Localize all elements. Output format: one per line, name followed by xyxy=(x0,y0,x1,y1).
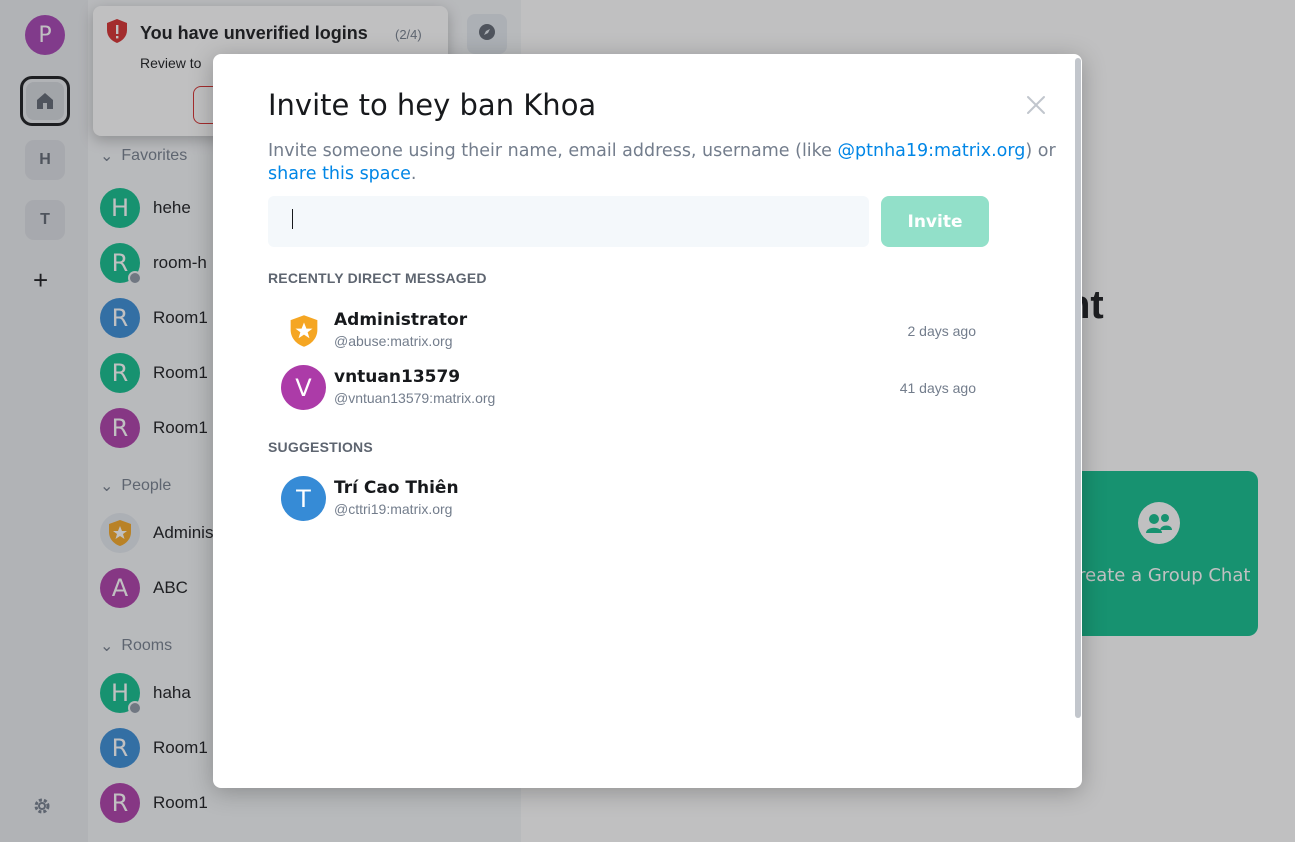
example-user-link[interactable]: @ptnha19:matrix.org xyxy=(838,141,1026,161)
recent-dm-item[interactable]: V vntuan13579 @vntuan13579:matrix.org 41… xyxy=(281,365,981,411)
close-icon[interactable] xyxy=(1025,94,1047,116)
recent-dm-item[interactable]: Administrator @abuse:matrix.org 2 days a… xyxy=(281,308,981,354)
dialog-title: Invite to hey ban Khoa xyxy=(268,88,597,122)
recent-dm-label: RECENTLY DIRECT MESSAGED xyxy=(268,270,487,286)
invite-dialog: Invite to hey ban Khoa Invite someone us… xyxy=(213,54,1082,788)
user-avatar: T xyxy=(281,476,326,521)
user-display-name: Trí Cao Thiên xyxy=(334,478,459,498)
user-display-name: Administrator xyxy=(334,310,468,330)
suggestion-item[interactable]: T Trí Cao Thiên @cttri19:matrix.org xyxy=(281,476,981,522)
user-id: @vntuan13579:matrix.org xyxy=(334,390,496,406)
last-active-time: 41 days ago xyxy=(899,380,976,396)
user-id: @abuse:matrix.org xyxy=(334,333,453,349)
user-avatar: V xyxy=(281,365,326,410)
invite-search-input[interactable] xyxy=(268,196,869,247)
suggestions-label: SUGGESTIONS xyxy=(268,439,373,455)
user-display-name: vntuan13579 xyxy=(334,367,461,387)
dialog-scrollbar[interactable] xyxy=(1075,58,1081,718)
invite-button[interactable]: Invite xyxy=(881,196,989,247)
share-space-link[interactable]: share this space xyxy=(268,164,411,184)
admin-star-avatar-icon xyxy=(281,308,326,353)
last-active-time: 2 days ago xyxy=(907,323,977,339)
user-id: @cttri19:matrix.org xyxy=(334,501,453,517)
text-caret xyxy=(292,209,293,229)
dialog-subtitle: Invite someone using their name, email a… xyxy=(268,141,1056,184)
